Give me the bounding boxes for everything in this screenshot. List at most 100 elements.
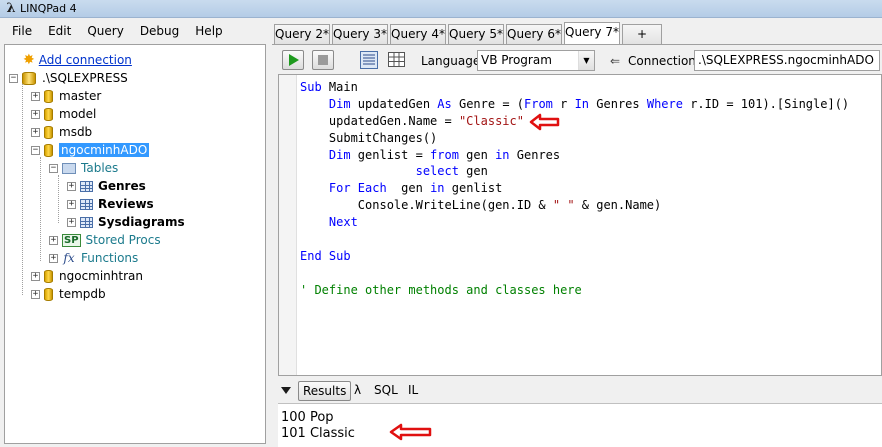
db-label: msdb xyxy=(59,125,93,139)
editor-gutter xyxy=(279,75,297,375)
menu-query[interactable]: Query xyxy=(79,24,131,38)
database-icon xyxy=(44,107,53,121)
tab-query-5[interactable]: Query 5* xyxy=(448,24,504,44)
table-label: Sysdiagrams xyxy=(98,215,185,229)
tree-item-msdb[interactable]: + msdb xyxy=(31,123,92,141)
results-tab-bar: Results λ SQL IL xyxy=(278,379,882,403)
expand-icon[interactable]: + xyxy=(31,127,40,137)
expand-icon[interactable]: + xyxy=(31,109,40,119)
tab-query-4[interactable]: Query 4* xyxy=(390,24,446,44)
code-line: Sub Main xyxy=(300,80,358,94)
chevron-down-icon: ▼ xyxy=(578,51,594,70)
query-tab-bar: Query 2* Query 3* Query 4* Query 5* Quer… xyxy=(272,22,882,44)
expand-icon[interactable]: + xyxy=(67,217,76,227)
tab-query-2[interactable]: Query 2* xyxy=(274,24,330,44)
add-connection-item[interactable]: ✸ Add connection xyxy=(23,51,132,69)
title-bar: λ LINQPad 4 xyxy=(0,0,882,18)
play-icon xyxy=(289,54,299,66)
run-button[interactable] xyxy=(282,50,304,70)
menu-edit[interactable]: Edit xyxy=(40,24,79,38)
expand-icon[interactable]: + xyxy=(31,91,40,101)
tab-sql[interactable]: SQL xyxy=(374,381,398,401)
tree-item-genres[interactable]: + Genres xyxy=(67,177,146,195)
tab-query-6[interactable]: Query 6* xyxy=(506,24,562,44)
code-line: select gen xyxy=(415,164,488,179)
menu-bar: File Edit Query Debug Help xyxy=(0,18,272,44)
tab-il[interactable]: IL xyxy=(408,381,418,401)
tree-item-ngocminhado[interactable]: − ngocminhADO xyxy=(31,141,150,159)
database-icon xyxy=(44,143,53,157)
code-line: SubmitChanges() xyxy=(300,130,438,145)
annotation-arrow-icon xyxy=(529,113,560,131)
expand-icon[interactable]: + xyxy=(49,253,58,263)
tree-item-stored-procs[interactable]: + SP Stored Procs xyxy=(49,231,161,249)
results-to-rich-text-icon[interactable] xyxy=(360,51,378,69)
table-icon xyxy=(80,198,93,210)
language-label: Language xyxy=(421,54,481,68)
add-connection-link[interactable]: Add connection xyxy=(39,53,132,67)
connection-tree: ✸ Add connection − .\SQLEXPRESS + master… xyxy=(4,44,266,444)
code-line: Dim updatedGen As Genre = (From r In Gen… xyxy=(300,96,850,111)
new-tab-button[interactable]: + xyxy=(622,24,662,44)
results-to-grid-icon[interactable] xyxy=(388,51,406,69)
code-text[interactable]: Sub Main Dim updatedGen As Genre = (From… xyxy=(300,79,849,299)
collapse-icon[interactable]: − xyxy=(31,145,40,155)
stored-proc-icon: SP xyxy=(62,233,81,247)
expand-icon[interactable]: + xyxy=(67,181,76,191)
language-select[interactable]: VB Program ▼ xyxy=(477,50,595,71)
annotation-arrow-icon xyxy=(389,423,432,441)
tree-item-ngocminhtran[interactable]: + ngocminhtran xyxy=(31,267,143,285)
expand-icon[interactable]: + xyxy=(67,199,76,209)
connection-label: Connection xyxy=(628,54,696,68)
expand-icon[interactable]: + xyxy=(31,289,40,299)
database-icon xyxy=(44,125,53,139)
output-line: 100 Pop xyxy=(281,410,334,425)
collapse-icon[interactable]: − xyxy=(9,73,18,83)
tree-item-reviews[interactable]: + Reviews xyxy=(67,195,154,213)
tree-item-functions[interactable]: + fx Functions xyxy=(49,249,138,267)
table-icon xyxy=(80,216,93,228)
language-value: VB Program xyxy=(481,53,552,67)
collapse-results-icon[interactable] xyxy=(281,387,291,394)
code-line: Console.WriteLine(gen.ID & " " & gen.Nam… xyxy=(300,198,662,213)
tab-results[interactable]: Results xyxy=(298,381,352,401)
tree-line xyxy=(22,79,23,295)
db-label: tempdb xyxy=(59,287,106,301)
connection-arrow-icon: ⇐ xyxy=(610,54,621,68)
menu-help[interactable]: Help xyxy=(187,24,230,38)
database-icon xyxy=(44,287,53,301)
tree-item-tempdb[interactable]: + tempdb xyxy=(31,285,106,303)
server-node[interactable]: − .\SQLEXPRESS xyxy=(9,69,128,87)
table-label: Reviews xyxy=(98,197,154,211)
code-line: ' Define other methods and classes here xyxy=(300,282,582,297)
menu-file[interactable]: File xyxy=(4,24,40,38)
tab-query-3[interactable]: Query 3* xyxy=(332,24,388,44)
db-label-selected: ngocminhADO xyxy=(59,143,150,157)
tab-query-7[interactable]: Query 7* xyxy=(564,22,620,44)
tree-item-tables[interactable]: − Tables xyxy=(49,159,118,177)
output-line: 101 Classic xyxy=(281,426,355,441)
connection-select[interactable]: .\SQLEXPRESS.ngocminhADO xyxy=(694,50,880,71)
tree-item-sysdiagrams[interactable]: + Sysdiagrams xyxy=(67,213,185,231)
table-icon xyxy=(80,180,93,192)
tree-item-master[interactable]: + master xyxy=(31,87,101,105)
stored-procs-label: Stored Procs xyxy=(85,233,161,247)
expand-icon[interactable]: + xyxy=(49,235,58,245)
table-label: Genres xyxy=(98,179,146,193)
function-icon: fx xyxy=(63,251,75,265)
code-line: Next xyxy=(300,215,358,230)
tab-lambda[interactable]: λ xyxy=(354,381,361,401)
code-line: Dim genlist = from gen in Genres xyxy=(300,147,561,162)
tables-folder-icon xyxy=(62,162,76,174)
code-editor[interactable]: Sub Main Dim updatedGen As Genre = (From… xyxy=(278,74,882,376)
db-label: model xyxy=(59,107,97,121)
stop-button[interactable] xyxy=(312,50,334,70)
tree-item-model[interactable]: + model xyxy=(31,105,96,123)
collapse-icon[interactable]: − xyxy=(49,163,58,173)
db-label: master xyxy=(59,89,102,103)
menu-debug[interactable]: Debug xyxy=(132,24,187,38)
expand-icon[interactable]: + xyxy=(31,271,40,281)
lambda-app-icon: λ xyxy=(6,1,16,16)
